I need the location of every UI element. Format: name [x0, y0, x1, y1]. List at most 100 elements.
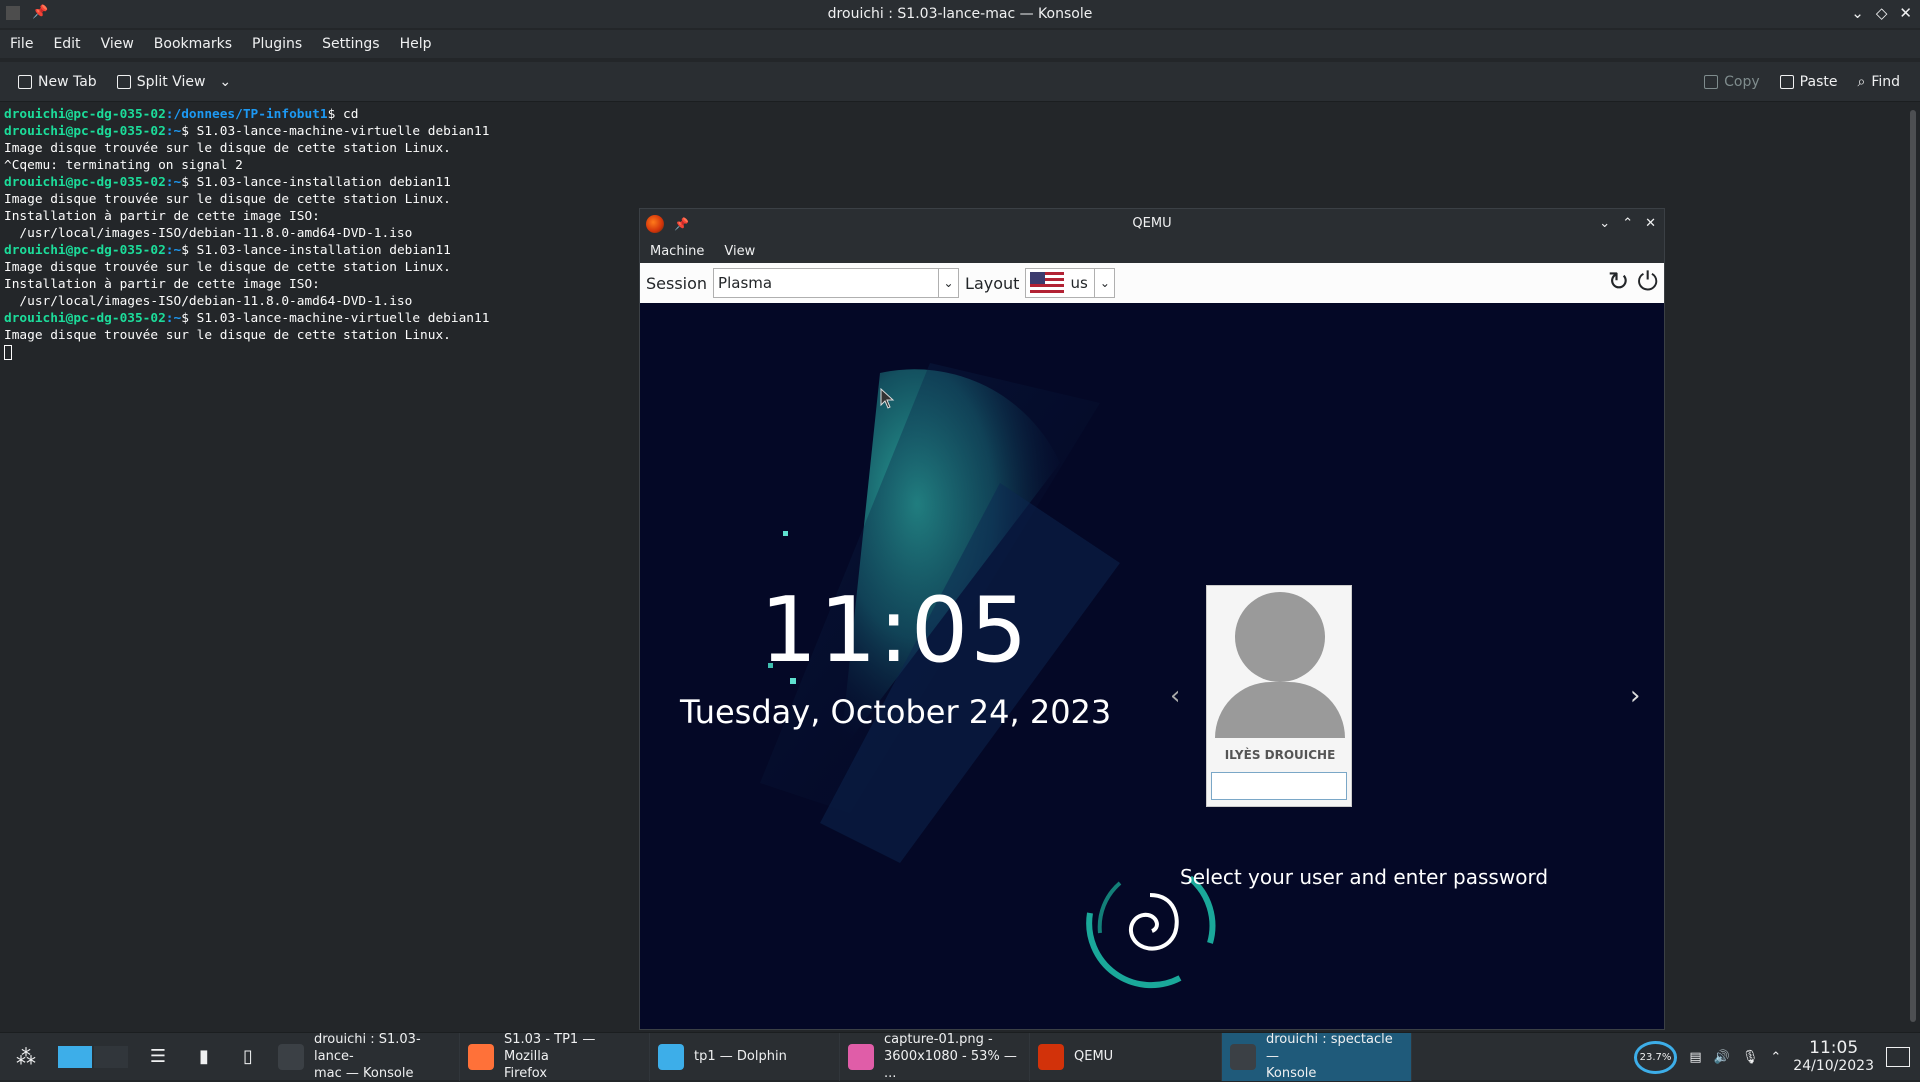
maximize-icon[interactable]: ⌃ — [1622, 209, 1633, 239]
file-icon[interactable]: ▯ — [226, 1046, 270, 1067]
login-hint: Select your user and enter password — [1180, 865, 1549, 889]
new-tab-icon — [18, 74, 32, 89]
session-select[interactable]: Plasma ⌄ — [713, 268, 960, 298]
virtual-desktop-pager[interactable] — [58, 1045, 128, 1068]
minimize-icon[interactable]: ⌄ — [1851, 4, 1864, 22]
menu-machine[interactable]: Machine — [640, 244, 714, 259]
desktop-1[interactable] — [58, 1045, 92, 1068]
qemu-menubar: Machine View — [640, 239, 1664, 263]
chevron-left-icon[interactable]: ‹ — [1170, 681, 1180, 711]
chevron-down-icon[interactable]: ⌄ — [1094, 269, 1114, 297]
search-icon: ⌕ — [1857, 74, 1866, 90]
taskbar-task[interactable]: capture-01.png -3600x1080 - 53% — ... — [840, 1032, 1030, 1081]
login-top-bar: Session Plasma ⌄ Layout us ⌄ ↻ ⏻ — [640, 263, 1664, 303]
menu-bookmarks[interactable]: Bookmarks — [144, 36, 242, 52]
login-clock: 11:05 — [760, 578, 1030, 683]
prompt-command: $ cd — [327, 107, 359, 122]
menu-edit[interactable]: Edit — [43, 36, 90, 52]
split-view-button[interactable]: Split View ⌄ — [107, 74, 241, 90]
menu-help[interactable]: Help — [390, 36, 442, 52]
menu-file[interactable]: File — [0, 36, 43, 52]
prompt-path: :/donnees/TP-infobut1 — [165, 107, 328, 122]
terminal-line: drouichi@pc-dg-035-02:~$ S1.03-lance-mac… — [4, 123, 1901, 140]
close-icon[interactable]: ✕ — [1645, 209, 1656, 239]
menu-settings[interactable]: Settings — [312, 36, 389, 52]
prompt-path: :~ — [165, 311, 182, 326]
terminal-scrollbar[interactable] — [1910, 110, 1916, 1022]
taskbar-task[interactable]: drouichi : S1.03-lance-mac — Konsole — [270, 1032, 460, 1081]
user-card[interactable]: ILYÈS DROUICHE — [1206, 585, 1352, 807]
restart-icon[interactable]: ↻ — [1608, 267, 1630, 298]
taskbar: ⁂ ☰ ▮ ▯ drouichi : S1.03-lance-mac — Kon… — [0, 1032, 1920, 1081]
minimize-icon[interactable]: ⌄ — [1599, 209, 1610, 239]
task-label: drouichi : spectacle — Konsole — [1266, 1032, 1393, 1081]
taskbar-task[interactable]: S1.03 - TP1 — Mozilla Firefox — [460, 1032, 650, 1081]
password-field[interactable] — [1211, 772, 1347, 800]
task-app-icon — [1230, 1043, 1256, 1070]
show-desktop-icon[interactable] — [1886, 1047, 1910, 1067]
paste-button[interactable]: Paste — [1770, 74, 1848, 90]
task-label: tp1 — Dolphin — [694, 1049, 787, 1064]
volume-icon[interactable]: 🔊 — [1714, 1050, 1730, 1065]
menubar: File Edit View Bookmarks Plugins Setting… — [0, 30, 1920, 58]
prompt-user: drouichi@pc-dg-035-02 — [4, 243, 166, 258]
qemu-titlebar: 📌 QEMU ⌄ ⌃ ✕ — [640, 209, 1664, 239]
prompt-user: drouichi@pc-dg-035-02 — [4, 124, 166, 139]
prompt-command: $ S1.03-lance-installation debian11 — [181, 175, 451, 190]
power-icon[interactable]: ⏻ — [1637, 267, 1658, 298]
paste-icon — [1779, 75, 1794, 89]
taskbar-task[interactable]: drouichi : spectacle — Konsole — [1222, 1032, 1412, 1081]
task-app-icon — [1038, 1043, 1064, 1070]
settings-icon[interactable]: ☰ — [134, 1046, 182, 1067]
task-app-icon — [468, 1043, 494, 1070]
task-label: QEMU — [1074, 1049, 1114, 1064]
new-tab-button[interactable]: New Tab — [8, 74, 107, 90]
task-app-icon — [658, 1043, 684, 1070]
clipboard-tray-icon[interactable]: ▤ — [1689, 1050, 1701, 1065]
prompt-user: drouichi@pc-dg-035-02 — [4, 107, 166, 122]
window-titlebar: 📌 drouichi : S1.03-lance-mac — Konsole ⌄… — [0, 0, 1920, 28]
pin-icon[interactable]: 📌 — [674, 209, 689, 239]
layout-select[interactable]: us ⌄ — [1025, 268, 1116, 298]
terminal-line: drouichi@pc-dg-035-02:~$ S1.03-lance-ins… — [4, 174, 1901, 191]
terminal-line: Image disque trouvée sur le disque de ce… — [4, 141, 451, 156]
copy-button[interactable]: Copy — [1694, 74, 1770, 90]
chevron-down-icon[interactable]: ⌄ — [219, 74, 231, 90]
taskbar-task[interactable]: tp1 — Dolphin — [650, 1032, 840, 1081]
taskbar-task[interactable]: QEMU — [1030, 1032, 1222, 1081]
microphone-icon[interactable]: 🎙 — [1742, 1050, 1759, 1065]
menu-plugins[interactable]: Plugins — [242, 36, 312, 52]
task-label: capture-01.png -3600x1080 - 53% — ... — [884, 1032, 1017, 1081]
guest-display[interactable]: 11:05 Tuesday, October 24, 2023 ‹ ILYÈS … — [640, 263, 1664, 1029]
mouse-cursor-icon — [880, 388, 895, 409]
session-label: Session — [646, 273, 708, 293]
app-launcher-icon[interactable]: ⁂ — [0, 1045, 52, 1069]
qemu-app-icon[interactable] — [646, 215, 664, 233]
menu-view[interactable]: View — [91, 36, 144, 52]
terminal-cursor — [4, 345, 12, 360]
close-icon[interactable]: ✕ — [1899, 4, 1912, 22]
prompt-path: :~ — [165, 124, 182, 139]
split-view-icon — [116, 74, 131, 89]
chevron-up-icon[interactable]: ⌃ — [1770, 1050, 1781, 1065]
login-date: Tuesday, October 24, 2023 — [680, 693, 1112, 731]
taskbar-clock[interactable]: 11:05 24/10/2023 — [1793, 1039, 1874, 1075]
system-tray: 23.7% ▤ 🔊 🎙 ⌃ 11:05 24/10/2023 — [1633, 1033, 1920, 1081]
avatar — [1235, 592, 1325, 682]
us-flag-icon — [1030, 272, 1065, 294]
toolbar: New Tab Split View ⌄ Copy Paste ⌕ Find — [0, 62, 1920, 102]
clipboard-icon[interactable]: ▮ — [182, 1046, 226, 1067]
terminal-line: drouichi@pc-dg-035-02:/donnees/TP-infobu… — [4, 106, 1901, 123]
prompt-user: drouichi@pc-dg-035-02 — [4, 311, 166, 326]
find-button[interactable]: ⌕ Find — [1847, 74, 1910, 90]
maximize-icon[interactable]: ◇ — [1876, 4, 1888, 22]
chevron-down-icon[interactable]: ⌄ — [938, 269, 958, 297]
copy-icon — [1704, 75, 1719, 89]
qemu-title: QEMU — [1132, 216, 1172, 231]
prompt-user: drouichi@pc-dg-035-02 — [4, 175, 166, 190]
layout-label: Layout — [965, 273, 1020, 293]
chevron-right-icon[interactable]: › — [1630, 681, 1640, 711]
cpu-monitor[interactable]: 23.7% — [1633, 1040, 1678, 1074]
menu-view[interactable]: View — [714, 244, 765, 259]
desktop-2[interactable] — [94, 1045, 128, 1068]
